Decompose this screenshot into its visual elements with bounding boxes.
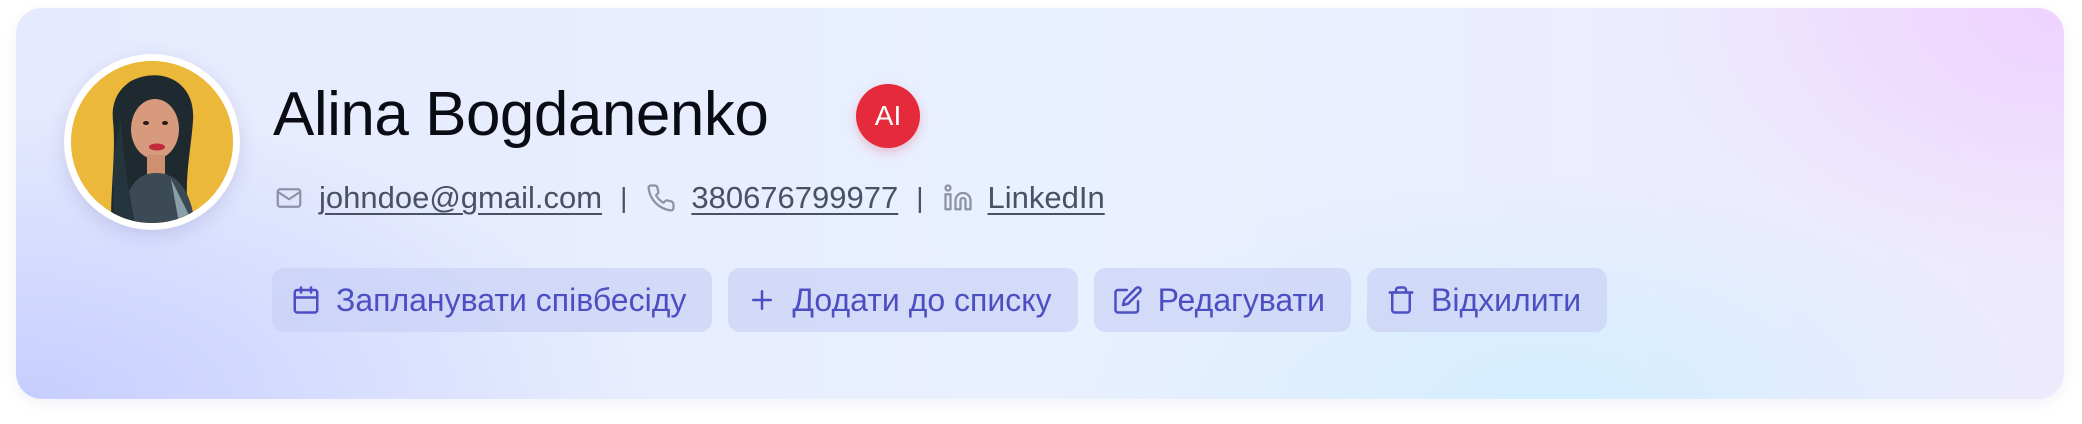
- avatar: [64, 54, 240, 230]
- action-buttons: Запланувати співбесіду Додати до списку …: [272, 268, 1608, 332]
- phone-link[interactable]: 380676799977: [691, 180, 898, 216]
- schedule-interview-label: Запланувати співбесіду: [336, 281, 687, 318]
- schedule-interview-button[interactable]: Запланувати співбесіду: [272, 268, 713, 332]
- candidate-name: Alina Bogdanenko: [273, 80, 769, 149]
- calendar-icon: [290, 284, 322, 316]
- contact-row: johndoe@gmail.com | 380676799977 | Linke…: [273, 178, 1105, 218]
- add-to-list-label: Додати до списку: [792, 281, 1052, 318]
- edit-icon: [1112, 284, 1144, 316]
- add-to-list-button[interactable]: Додати до списку: [728, 268, 1078, 332]
- ai-badge[interactable]: AI: [856, 84, 920, 148]
- linkedin-icon: [942, 182, 974, 214]
- edit-label: Редагувати: [1157, 281, 1326, 318]
- email-link[interactable]: johndoe@gmail.com: [319, 180, 602, 216]
- plus-icon: [746, 284, 778, 316]
- edit-button[interactable]: Редагувати: [1093, 268, 1352, 332]
- reject-label: Відхилити: [1431, 281, 1582, 318]
- trash-icon: [1385, 284, 1417, 316]
- separator: |: [620, 182, 628, 213]
- separator: |: [916, 182, 924, 213]
- candidate-profile-card: Alina Bogdanenko AI johndoe@gmail.com | …: [16, 8, 2064, 399]
- avatar-photo: [71, 61, 233, 223]
- phone-icon: [645, 182, 677, 214]
- reject-button[interactable]: Відхилити: [1367, 268, 1608, 332]
- linkedin-link[interactable]: LinkedIn: [988, 180, 1105, 216]
- mail-icon: [273, 182, 305, 214]
